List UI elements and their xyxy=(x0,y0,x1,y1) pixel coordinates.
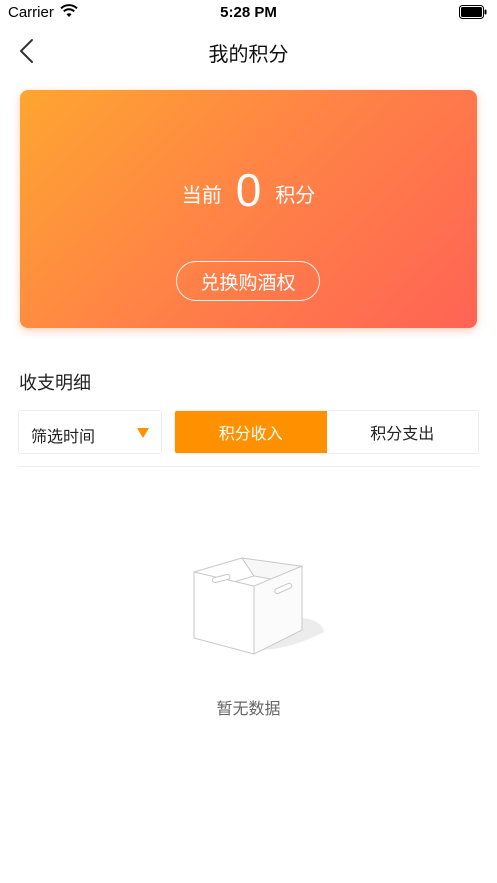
battery-icon xyxy=(459,5,487,19)
caret-down-icon xyxy=(137,428,149,438)
tab-points-income[interactable]: 积分收入 xyxy=(175,411,327,453)
points-summary: 当前 0 积分 xyxy=(20,160,477,220)
exchange-button[interactable]: 兑换购酒权 xyxy=(176,261,320,301)
clock: 5:28 PM xyxy=(220,4,277,21)
section-title: 收支明细 xyxy=(19,373,91,394)
nav-bar: 我的积分 xyxy=(0,28,497,74)
empty-box-icon xyxy=(193,557,324,655)
divider xyxy=(18,466,479,467)
points-card: 当前 0 积分 兑换购酒权 xyxy=(20,90,477,328)
time-filter-select[interactable]: 筛选时间 xyxy=(18,410,162,454)
points-value: 0 xyxy=(235,164,262,216)
status-bar: Carrier 5:28 PM xyxy=(0,0,497,28)
empty-state-text: 暂无数据 xyxy=(216,699,281,718)
points-prefix: 当前 xyxy=(181,182,222,207)
points-suffix: 积分 xyxy=(275,182,316,207)
income-expense-tabs: 积分收入 积分支出 xyxy=(174,410,479,454)
points-page: Carrier 5:28 PM 我的积分 当前 0 积分 兑换购酒权 收支明细 … xyxy=(0,0,497,883)
time-filter-label: 筛选时间 xyxy=(31,427,96,446)
tab-points-expense[interactable]: 积分支出 xyxy=(326,411,478,453)
page-title: 我的积分 xyxy=(208,42,289,66)
